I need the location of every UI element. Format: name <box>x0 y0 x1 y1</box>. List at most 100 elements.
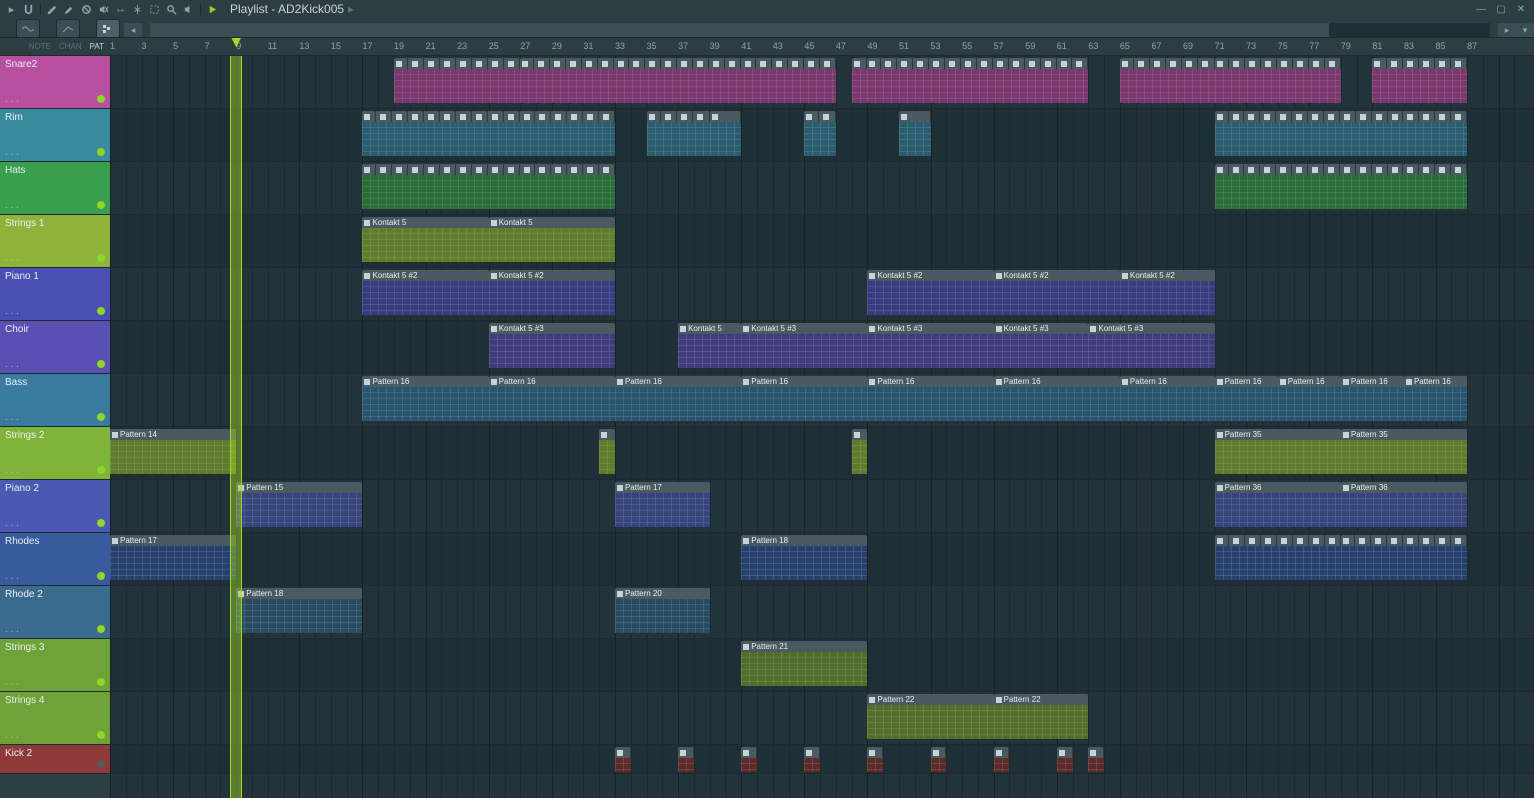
clip[interactable]: Pattern 20 <box>615 588 710 633</box>
track-header-rhode-2[interactable]: Rhode 2. . . <box>0 586 110 639</box>
clip[interactable] <box>1057 747 1073 772</box>
track-header-kick-2[interactable]: Kick 2 <box>0 745 110 774</box>
clip[interactable]: Kontakt 5 #2 <box>867 270 993 315</box>
track-options[interactable]: . . . <box>5 465 19 476</box>
clip[interactable]: Pattern 36 <box>1341 482 1467 527</box>
clip[interactable]: Pattern 16 <box>1404 376 1467 421</box>
mute-icon[interactable] <box>96 2 111 17</box>
track-mute-toggle[interactable] <box>97 731 105 739</box>
clip[interactable] <box>1341 535 1467 580</box>
clip[interactable] <box>599 429 615 474</box>
track-options[interactable]: . . . <box>5 147 19 158</box>
clip[interactable] <box>394 58 520 103</box>
track-options[interactable]: . . . <box>5 730 19 741</box>
clip[interactable]: Kontakt 5 #3 <box>994 323 1089 368</box>
clip[interactable] <box>710 111 742 156</box>
track-header-piano-2[interactable]: Piano 2. . . <box>0 480 110 533</box>
brush-icon[interactable] <box>62 2 77 17</box>
track-header-strings-3[interactable]: Strings 3. . . <box>0 639 110 692</box>
track-header-bass[interactable]: Bass. . . <box>0 374 110 427</box>
clip[interactable] <box>804 747 820 772</box>
clip[interactable]: Kontakt 5 <box>362 217 488 262</box>
play-icon[interactable] <box>205 2 220 17</box>
track-mute-toggle[interactable] <box>97 148 105 156</box>
track-mute-toggle[interactable] <box>97 254 105 262</box>
clip[interactable] <box>931 747 947 772</box>
clip[interactable] <box>1215 58 1341 103</box>
track-options[interactable]: . . . <box>5 306 19 317</box>
bar-ruler[interactable]: 1357911131517192123252729313335373941434… <box>110 38 1534 56</box>
clip[interactable]: Pattern 22 <box>867 694 993 739</box>
track-options[interactable]: . . . <box>5 624 19 635</box>
delete-icon[interactable] <box>79 2 94 17</box>
clip[interactable] <box>1215 535 1341 580</box>
clip[interactable]: Kontakt 5 #3 <box>867 323 993 368</box>
clip[interactable]: Pattern 16 <box>1215 376 1278 421</box>
clip[interactable]: Pattern 15 <box>236 482 362 527</box>
clip[interactable]: Pattern 35 <box>1215 429 1341 474</box>
track-lane[interactable] <box>110 215 1534 268</box>
clip[interactable]: Kontakt 5 #3 <box>741 323 867 368</box>
clip[interactable]: Pattern 16 <box>1120 376 1215 421</box>
clip[interactable]: Pattern 17 <box>110 535 236 580</box>
track-lane[interactable] <box>110 692 1534 745</box>
track-mute-toggle[interactable] <box>97 625 105 633</box>
clip[interactable]: Pattern 16 <box>615 376 741 421</box>
scroll-left-button[interactable]: ◂ <box>124 23 142 37</box>
track-mute-toggle[interactable] <box>97 466 105 474</box>
clip[interactable]: Pattern 16 <box>867 376 993 421</box>
clip[interactable]: Kontakt 5 #2 <box>362 270 488 315</box>
clip[interactable]: Pattern 18 <box>741 535 867 580</box>
clip[interactable]: Pattern 16 <box>741 376 867 421</box>
clip[interactable]: Pattern 16 <box>1341 376 1404 421</box>
clip[interactable] <box>1215 164 1467 209</box>
track-lane[interactable] <box>110 268 1534 321</box>
menu-icon[interactable]: ▸ <box>4 2 19 17</box>
clip[interactable] <box>1372 58 1467 103</box>
track-options[interactable]: . . . <box>5 200 19 211</box>
title-arrow-icon[interactable]: ▸ <box>348 2 354 16</box>
clip[interactable]: Pattern 16 <box>362 376 488 421</box>
timeline-area[interactable]: Kontakt 5Kontakt 5Kontakt 5 #2Kontakt 5 … <box>110 56 1534 798</box>
clip[interactable]: Kontakt 5 #2 <box>994 270 1120 315</box>
maximize-button[interactable]: ▢ <box>1492 2 1510 16</box>
track-options[interactable]: . . . <box>5 518 19 529</box>
playback-icon[interactable] <box>181 2 196 17</box>
clip[interactable] <box>615 747 631 772</box>
clip[interactable]: Pattern 22 <box>994 694 1089 739</box>
clip[interactable]: Kontakt 5 #2 <box>1120 270 1215 315</box>
magnet-icon[interactable] <box>21 2 36 17</box>
track-header-hats[interactable]: Hats. . . <box>0 162 110 215</box>
pencil-icon[interactable] <box>45 2 60 17</box>
mode-selector[interactable]: NOTE CHAN PAT <box>0 42 110 51</box>
track-mute-toggle[interactable] <box>97 360 105 368</box>
track-header-rim[interactable]: Rim. . . <box>0 109 110 162</box>
track-mute-toggle[interactable] <box>97 307 105 315</box>
scroll-menu-button[interactable]: ▾ <box>1516 23 1534 37</box>
clip[interactable]: Pattern 18 <box>236 588 362 633</box>
track-mute-toggle[interactable] <box>97 572 105 580</box>
track-mute-toggle[interactable] <box>97 95 105 103</box>
clip[interactable]: Pattern 16 <box>489 376 615 421</box>
clip[interactable] <box>362 164 614 209</box>
track-header-piano-1[interactable]: Piano 1. . . <box>0 268 110 321</box>
track-header-strings-2[interactable]: Strings 2. . . <box>0 427 110 480</box>
clip[interactable] <box>867 58 1088 103</box>
track-mute-toggle[interactable] <box>97 519 105 527</box>
clip[interactable] <box>852 58 868 103</box>
clip[interactable] <box>520 58 836 103</box>
clip[interactable] <box>804 111 836 156</box>
clip[interactable]: Pattern 35 <box>1341 429 1467 474</box>
track-mute-toggle[interactable] <box>97 413 105 421</box>
clip[interactable] <box>1088 747 1104 772</box>
clip[interactable] <box>852 429 868 474</box>
track-options[interactable]: . . . <box>5 412 19 423</box>
clip[interactable]: Pattern 36 <box>1215 482 1341 527</box>
track-header-rhodes[interactable]: Rhodes. . . <box>0 533 110 586</box>
tab-automation[interactable] <box>56 19 80 37</box>
clip[interactable]: Pattern 21 <box>741 641 867 686</box>
clip[interactable]: Kontakt 5 <box>678 323 741 368</box>
clip[interactable]: Pattern 17 <box>615 482 710 527</box>
h-scrollbar[interactable] <box>150 23 1490 37</box>
track-mute-toggle[interactable] <box>97 678 105 686</box>
